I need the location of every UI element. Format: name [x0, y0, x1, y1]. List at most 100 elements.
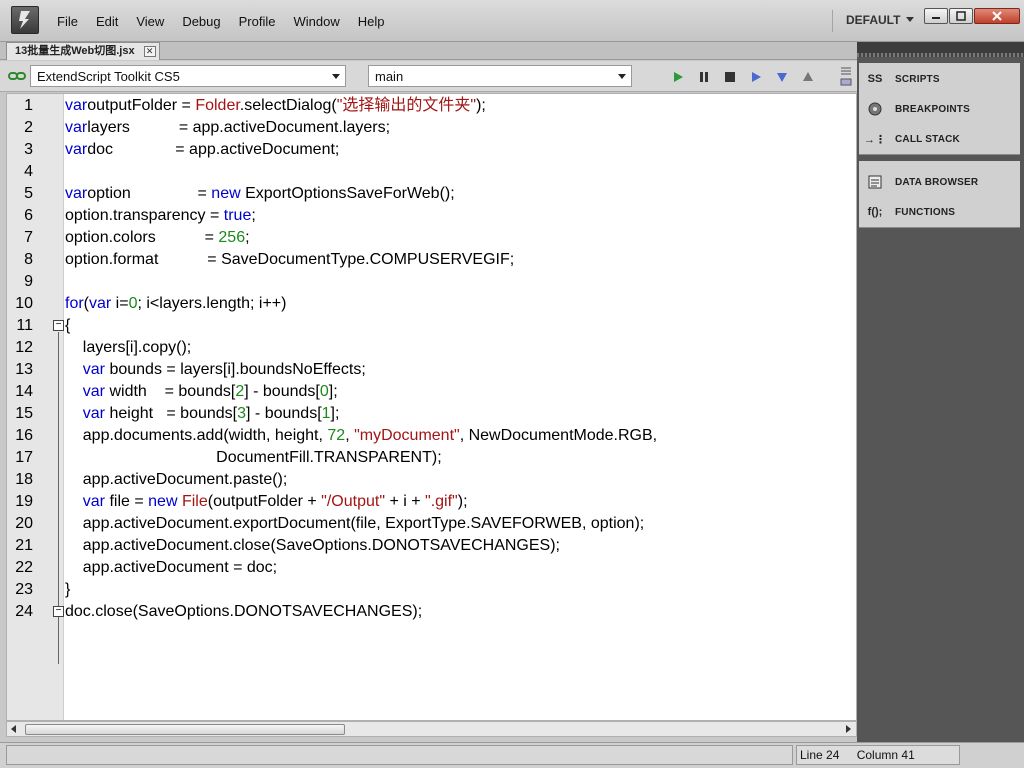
code-line[interactable]: for(var i=0; i<layers.length; i++) [65, 293, 286, 315]
menu-help[interactable]: Help [349, 14, 394, 29]
code-line[interactable]: varlayers = app.activeDocument.layers; [65, 117, 390, 139]
code-line[interactable]: app.activeDocument = doc; [65, 557, 277, 579]
code-editor[interactable]: 1 2 3 4 5 6 7 8 9 10 11 12 13 14 15 16 17 18 19 20 21 22 23 24 … [6, 93, 857, 721]
panel-scripts[interactable]: SS SCRIPTS [859, 64, 1020, 94]
panel-call-stack[interactable]: →⋮ CALL STACK [859, 124, 1020, 154]
minimize-button[interactable] [924, 8, 948, 24]
code-line[interactable]: vardoc = app.activeDocument; [65, 139, 339, 161]
scroll-thumb[interactable] [25, 724, 345, 735]
panel-grip[interactable] [857, 53, 1024, 57]
line-number: 22 [15, 559, 33, 576]
code-content[interactable]: varoutputFolder = Folder.selectDialog("选… [65, 94, 856, 720]
menu-debug[interactable]: Debug [173, 14, 229, 29]
target-app-value: ExtendScript Toolkit CS5 [37, 69, 180, 84]
horizontal-scrollbar[interactable] [6, 721, 857, 737]
panel-label: SCRIPTS [895, 73, 940, 85]
chevron-down-icon[interactable] [906, 17, 914, 22]
line-number: 14 [15, 383, 33, 400]
line-number: 21 [15, 537, 33, 554]
code-token: app.activeDocument.exportDocument(file, … [65, 515, 645, 532]
code-line[interactable]: app.activeDocument.close(SaveOptions.DON… [65, 535, 560, 557]
code-line[interactable]: DocumentFill.TRANSPARENT); [65, 447, 442, 469]
code-line[interactable]: } [65, 579, 70, 601]
close-tab-icon[interactable]: ✕ [143, 46, 156, 57]
line-number: 20 [15, 515, 33, 532]
code-line[interactable]: app.activeDocument.exportDocument(file, … [65, 513, 644, 535]
step-out-icon[interactable] [801, 70, 815, 84]
code-line[interactable]: option.colors = 256; [65, 227, 250, 249]
code-line[interactable]: varoutputFolder = Folder.selectDialog("选… [65, 95, 486, 117]
code-token: } [65, 581, 71, 598]
stop-icon[interactable] [723, 70, 737, 84]
run-icon[interactable] [671, 70, 685, 84]
code-line[interactable]: option.transparency = true; [65, 205, 256, 227]
step-into-icon[interactable] [775, 70, 789, 84]
minimize-icon [932, 17, 940, 19]
code-token: 256 [218, 229, 246, 246]
code-token: doc = app.activeDocument; [87, 141, 340, 158]
fold-toggle-icon[interactable]: − [53, 320, 64, 331]
code-token: ]; [328, 383, 338, 400]
panel-breakpoints[interactable]: BREAKPOINTS [859, 94, 1020, 124]
fold-toggle-icon[interactable]: − [53, 606, 64, 617]
target-app-select[interactable]: ExtendScript Toolkit CS5 [30, 65, 346, 87]
code-line[interactable]: var width = bounds[2] - bounds[0]; [65, 381, 338, 403]
line-number: 13 [15, 361, 33, 378]
line-number: 3 [24, 141, 33, 158]
panel-functions[interactable]: f(); FUNCTIONS [859, 197, 1020, 227]
code-token: 72 [327, 427, 346, 444]
panel-label: BREAKPOINTS [895, 103, 970, 115]
code-token: var [65, 141, 88, 158]
panel-menu-icon[interactable] [840, 65, 852, 87]
code-line[interactable]: { [65, 315, 70, 337]
code-token: file = [105, 493, 149, 510]
code-token: Folder [195, 97, 240, 114]
menu-profile[interactable]: Profile [230, 14, 285, 29]
code-token: var [89, 295, 112, 312]
code-token: layers = app.activeDocument.layers; [87, 119, 391, 136]
menu-view[interactable]: View [127, 14, 173, 29]
line-number: 9 [24, 273, 33, 290]
line-number: 17 [15, 449, 33, 466]
code-line[interactable]: var file = new File(outputFolder + "/Out… [65, 491, 468, 513]
code-token: option = [87, 185, 212, 202]
status-line: Line 24 [800, 748, 840, 762]
code-token: var [65, 119, 88, 136]
code-token: new [148, 493, 178, 510]
code-line[interactable]: varoption = new ExportOptionsSaveForWeb(… [65, 183, 455, 205]
pause-icon[interactable] [697, 70, 711, 84]
code-token: File [181, 493, 208, 510]
code-line[interactable]: app.documents.add(width, height, 72, "my… [65, 425, 657, 447]
step-over-icon[interactable] [749, 70, 763, 84]
panel-data-browser[interactable]: DATA BROWSER [859, 167, 1020, 197]
code-line[interactable]: var height = bounds[3] - bounds[1]; [65, 403, 340, 425]
scroll-left-icon[interactable] [11, 725, 16, 733]
menu-file[interactable]: File [48, 14, 87, 29]
code-line[interactable]: layers[i].copy(); [65, 337, 191, 359]
document-tab[interactable]: 13批量生成Web切图.jsx ✕ [6, 42, 160, 60]
maximize-button[interactable] [949, 8, 973, 24]
estk-logo-icon[interactable] [11, 6, 39, 34]
engine-value: main [375, 69, 404, 84]
line-number: 4 [24, 163, 33, 180]
workspace-switcher[interactable]: DEFAULT [846, 13, 900, 27]
code-line[interactable]: var bounds = layers[i].boundsNoEffects; [65, 359, 366, 381]
code-line[interactable]: option.format = SaveDocumentType.COMPUSE… [65, 249, 514, 271]
code-line[interactable]: doc.close(SaveOptions.DONOTSAVECHANGES); [65, 601, 422, 623]
line-number: 1 [24, 97, 33, 114]
menu-edit[interactable]: Edit [87, 14, 127, 29]
code-token: new [211, 185, 241, 202]
code-token: width = bounds[ [105, 383, 236, 400]
link-icon[interactable] [8, 71, 26, 81]
scroll-right-icon[interactable] [846, 725, 851, 733]
close-button[interactable] [974, 8, 1020, 24]
code-token: app.activeDocument = doc; [65, 559, 278, 576]
code-token: app.documents.add(width, height, [65, 427, 328, 444]
chevron-down-icon [618, 74, 626, 79]
menu-window[interactable]: Window [284, 14, 348, 29]
code-line[interactable]: app.activeDocument.paste(); [65, 469, 288, 491]
code-token: ".gif" [425, 493, 458, 510]
engine-select[interactable]: main [368, 65, 632, 87]
